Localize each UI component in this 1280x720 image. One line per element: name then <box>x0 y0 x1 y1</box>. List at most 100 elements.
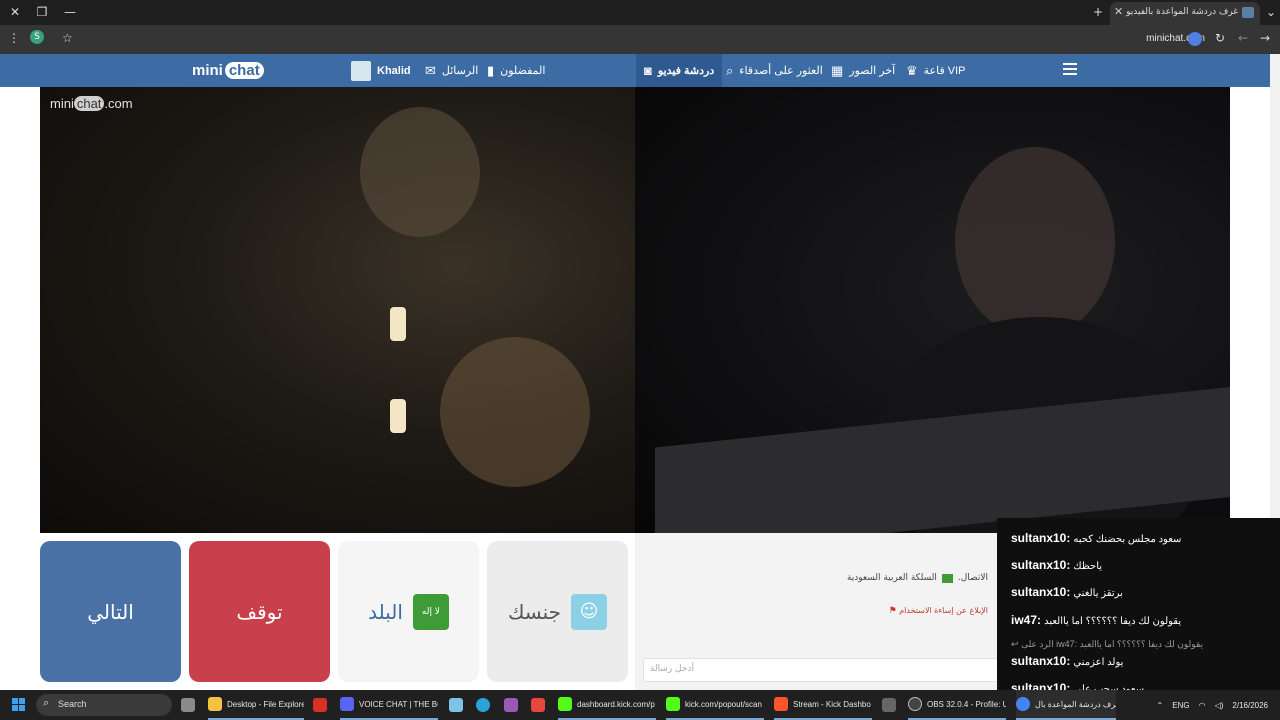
nav-find-friends[interactable]: ⌕ العثور على أصدقاء <box>726 54 823 87</box>
system-tray: ⌃ ENG ◠ ◁) 2/16/2026 <box>1157 690 1268 720</box>
site-navbar: mini chat Khalid ✉ الرسائل ▮ المفضلون ◙ د… <box>0 54 1270 87</box>
taskbar-item-label: Desktop - File Explore <box>227 699 304 709</box>
video-watermark: mini chat .com <box>50 96 133 111</box>
clock-date[interactable]: 2/16/2026 <box>1232 701 1268 710</box>
window-restore-icon[interactable]: ❐ <box>33 4 51 21</box>
next-button[interactable]: التالي <box>40 541 181 682</box>
country-button[interactable]: البلد لا إله <box>338 541 479 682</box>
taskbar-app[interactable] <box>504 690 518 720</box>
logo-text-chat: chat <box>224 62 264 79</box>
taskbar-chrome[interactable]: عرف دردشة المواعدة بال <box>1016 690 1116 720</box>
window-minimize-icon[interactable]: — <box>61 4 79 21</box>
envelope-icon: ✉ <box>425 62 436 78</box>
taskbar-app-widgets[interactable] <box>181 690 195 720</box>
taskbar-discord[interactable]: VOICE CHAT | THE BC <box>340 690 438 720</box>
window-close-icon[interactable]: ✕ <box>6 4 24 21</box>
video-chat-icon: ◙ <box>644 63 652 78</box>
new-tab-icon[interactable]: + <box>1089 4 1107 21</box>
self-video <box>635 87 1230 533</box>
chat-username: sultanx10: <box>1011 654 1071 668</box>
taskbar-item-label: عرف دردشة المواعدة بال <box>1035 699 1116 709</box>
taskbar-kick-popout[interactable]: kick.com/popout/scan <box>666 690 764 720</box>
file-explorer-icon <box>208 697 222 711</box>
watermark-mini: mini <box>50 96 74 111</box>
report-abuse-link[interactable]: الإبلاغ عن إساءة الاستخدام ⚑ <box>889 606 988 616</box>
taskbar-file-explorer[interactable]: Desktop - File Explore <box>208 690 304 720</box>
connection-status: الاتصال. السلكة العربية السعودية <box>847 573 988 583</box>
user-avatar <box>351 60 371 81</box>
chat-message: sultanx10: ياحظك <box>1011 558 1102 572</box>
taskbar-obs[interactable]: OBS 32.0.4 - Profile: Ur <box>908 690 1006 720</box>
chat-text: سعود مجلس بحضنك كحبه <box>1073 534 1182 545</box>
saudi-flag-icon <box>941 573 953 583</box>
watermark-chat: chat <box>73 96 105 111</box>
chevron-up-icon[interactable]: ⌃ <box>1157 701 1164 710</box>
chat-username: sultanx10: <box>1011 558 1071 572</box>
taskbar-app[interactable] <box>313 690 327 720</box>
tab-search-icon[interactable]: ⌄ <box>1262 4 1280 21</box>
taskbar-search[interactable]: ⌕ Search <box>36 694 172 716</box>
grid-icon: ▦ <box>831 62 844 78</box>
profile-avatar[interactable]: S <box>30 30 44 44</box>
discord-icon <box>340 697 354 711</box>
minichat-logo[interactable]: mini chat <box>192 62 264 79</box>
nav-latest-photos[interactable]: ▦ آخر الصور <box>831 54 895 87</box>
taskbar-item-label: OBS 32.0.4 - Profile: Ur <box>927 699 1006 709</box>
message-input[interactable]: أدخل رسالة <box>643 658 998 682</box>
search-icon: ⌕ <box>726 62 734 78</box>
chat-text: برتقز يالغني <box>1073 588 1123 599</box>
nav-vip[interactable]: ♛ قاعة VIP <box>906 54 966 87</box>
taskbar-netflix[interactable] <box>531 690 545 720</box>
chrome-icon <box>1016 697 1030 711</box>
crown-icon: ♛ <box>906 62 918 78</box>
taskbar-app[interactable] <box>449 690 463 720</box>
kick-icon <box>666 697 680 711</box>
stop-button[interactable]: توقف <box>189 541 330 682</box>
light-reflection <box>390 399 406 433</box>
brave-icon <box>774 697 788 711</box>
taskbar-telegram[interactable] <box>476 690 490 720</box>
chat-text: ياحظك <box>1073 561 1103 572</box>
taskbar-app[interactable] <box>882 690 896 720</box>
reload-icon[interactable]: ↻ <box>1215 31 1225 45</box>
taskbar-brave[interactable]: Stream - Kick Dashbo <box>774 690 872 720</box>
taskbar-search-label: Search <box>58 699 87 709</box>
volume-icon[interactable]: ◁) <box>1215 701 1224 710</box>
light-reflection <box>390 307 406 341</box>
epic-icon <box>882 698 896 712</box>
menu-dots-icon[interactable]: ⋮ <box>8 31 20 45</box>
gender-button[interactable]: جنسك ☺ <box>487 541 628 682</box>
nav-profile[interactable]: Khalid <box>351 54 411 87</box>
nav-messages[interactable]: ✉ الرسائل <box>425 54 478 87</box>
forward-icon[interactable]: ← <box>1238 31 1248 45</box>
partner-country: السلكة العربية السعودية <box>846 573 937 583</box>
photos-icon <box>449 698 463 712</box>
chat-text: يولد اعزمني <box>1073 657 1124 668</box>
nav-video-chat[interactable]: ◙ دردشة فيديو <box>636 54 723 87</box>
browser-tab-active[interactable]: ✕ غرف دردشة المواعدة بالفيديو <box>1110 2 1260 25</box>
bookmark-star-icon[interactable]: ☆ <box>62 31 73 45</box>
chat-message: iw47: يقولون لك ديفا ؟؟؟؟؟؟ اما ياالعبد <box>1011 613 1181 627</box>
text-chat-panel: الاتصال. السلكة العربية السعودية الإبلاغ… <box>635 533 998 690</box>
site-info-icon[interactable] <box>1188 32 1202 46</box>
back-icon[interactable]: → <box>1260 31 1270 45</box>
chat-text: يقولون لك ديفا ؟؟؟؟؟؟ اما ياالعبد <box>1044 616 1182 627</box>
app-icon <box>313 698 327 712</box>
nav-favorites[interactable]: ▮ المفضلون <box>487 54 545 87</box>
chat-username: sultanx10: <box>1011 585 1071 599</box>
chat-username: iw47: <box>1011 613 1042 627</box>
taskbar-kick-dashboard[interactable]: dashboard.kick.com/p <box>558 690 656 720</box>
taskbar-item-label: Stream - Kick Dashbo <box>793 699 871 709</box>
hamburger-menu-icon[interactable] <box>1063 63 1077 78</box>
copilot-icon <box>504 698 518 712</box>
nav-latest-photos-label: آخر الصور <box>849 65 896 77</box>
nav-messages-label: الرسائل <box>441 65 479 77</box>
language-indicator[interactable]: ENG <box>1172 701 1189 710</box>
wifi-icon[interactable]: ◠ <box>1199 701 1206 710</box>
user-icon: ☺ <box>571 593 608 630</box>
stream-chat-overlay: sultanx10: سعود مجلس بحضنك كحبه sultanx1… <box>997 518 1280 698</box>
windows-start-icon[interactable] <box>12 698 26 712</box>
task-view-icon <box>181 698 195 712</box>
tab-close-icon[interactable]: ✕ <box>1114 5 1123 18</box>
telegram-icon <box>476 698 490 712</box>
